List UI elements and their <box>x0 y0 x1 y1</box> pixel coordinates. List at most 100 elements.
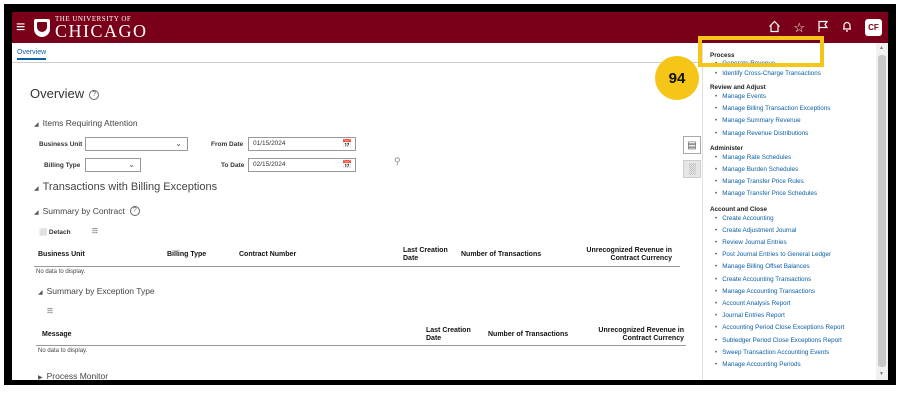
collapse-triangle-icon: ◢ <box>34 122 39 128</box>
help-icon[interactable]: ? <box>89 90 100 100</box>
task-link[interactable]: Create Accounting <box>715 213 876 225</box>
from-date-field[interactable]: 01/15/2024 📅 <box>248 137 356 151</box>
flag-icon[interactable] <box>817 20 829 35</box>
task-link[interactable]: Sweep Transaction Accounting Events <box>715 347 876 359</box>
task-link-identify-cross-charge[interactable]: Identify Cross-Charge Transactions <box>715 69 876 79</box>
task-link[interactable]: Review Journal Entries <box>715 237 876 249</box>
search-icon[interactable]: ⚲ <box>394 156 401 167</box>
to-date-field[interactable]: 02/15/2024 📅 <box>248 158 356 172</box>
task-group-title: Administer <box>710 144 743 152</box>
detach-label: Detach <box>48 229 71 236</box>
to-date-label: To Date <box>221 162 245 169</box>
billing-type-label: Billing Type <box>44 162 81 169</box>
university-logo[interactable]: THE UNIVERSITY OF CHICAGO <box>55 15 148 41</box>
task-group-administer: Administer Manage Rate Schedules Manage … <box>703 145 876 201</box>
user-avatar[interactable]: CF <box>865 19 882 36</box>
items-requiring-attention-title: Items Requiring Attention <box>42 118 138 128</box>
calendar-icon[interactable]: 📅 <box>342 139 352 148</box>
document-list-icon: ▤ <box>687 139 697 151</box>
university-crest-icon <box>34 18 50 37</box>
analytics-panel-tab[interactable]: ░ <box>683 160 701 178</box>
task-link[interactable]: Post Journal Entries to General Ledger <box>715 249 876 261</box>
page-title-text: Overview <box>30 86 85 101</box>
column-header-unrecognized-revenue[interactable]: Unrecognized Revenue in Contract Currenc… <box>562 247 672 263</box>
column-header-business-unit[interactable]: Business Unit <box>38 251 85 259</box>
task-link[interactable]: Manage Transfer Price Rules <box>715 176 876 188</box>
menu-icon[interactable]: ≡ <box>16 19 30 36</box>
bell-icon[interactable] <box>841 20 853 35</box>
no-data-message: No data to display. <box>38 348 88 354</box>
column-header-contract-number[interactable]: Contract Number <box>239 251 296 259</box>
summary-by-contract-title: Summary by Contract <box>42 206 125 216</box>
column-header-message[interactable]: Message <box>42 331 72 339</box>
task-link[interactable]: Account Analysis Report <box>715 298 876 310</box>
column-header-unrecognized-revenue[interactable]: Unrecognized Revenue in Contract Currenc… <box>572 327 684 343</box>
page-title: Overview? <box>30 86 100 101</box>
logo-big-text: CHICAGO <box>55 20 148 41</box>
step-number-badge: 94 <box>655 56 699 100</box>
scroll-up-icon[interactable]: ▲ <box>879 45 884 51</box>
bar-chart-icon: ░ <box>688 163 696 175</box>
task-link[interactable]: Manage Burden Schedules <box>715 164 876 176</box>
summary-by-contract-header[interactable]: ◢ Summary by Contract? <box>34 206 140 216</box>
summary-by-exception-type-title: Summary by Exception Type <box>46 286 155 296</box>
transactions-billing-exceptions-title: Transactions with Billing Exceptions <box>42 181 218 193</box>
collapse-triangle-icon: ◢ <box>38 290 43 296</box>
task-link[interactable]: Manage Accounting Periods <box>715 359 876 371</box>
task-link[interactable]: Manage Billing Offset Balances <box>715 261 876 273</box>
task-group-account-close: Account and Close Create Accounting Crea… <box>703 206 876 372</box>
column-header-billing-type[interactable]: Billing Type <box>167 251 206 259</box>
overview-content: Overview? ◢ Items Requiring Attention Bus… <box>12 64 702 380</box>
process-monitor-title: Process Monitor <box>46 371 109 380</box>
tasks-panel-tab[interactable]: ▤ <box>683 136 701 154</box>
column-header-last-creation-date[interactable]: Last Creation Date <box>403 247 453 263</box>
task-group-review-adjust: Review and Adjust Manage Events Manage B… <box>703 84 876 140</box>
app-screen: ≡ THE UNIVERSITY OF CHICAGO ☆ CF Overvie… <box>12 12 888 380</box>
summary-by-exception-type-header[interactable]: ◢ Summary by Exception Type <box>38 286 155 296</box>
task-group-title: Review and Adjust <box>710 84 766 91</box>
detach-button[interactable]: ⬜ Detach <box>39 228 71 236</box>
task-link[interactable]: Manage Revenue Distributions <box>715 128 876 140</box>
task-link[interactable]: Manage Accounting Transactions <box>715 286 876 298</box>
items-requiring-attention-header[interactable]: ◢ Items Requiring Attention <box>34 118 138 128</box>
to-date-value: 02/15/2024 <box>253 161 286 168</box>
transactions-billing-exceptions-header[interactable]: ◢ Transactions with Billing Exceptions <box>34 181 217 193</box>
task-link[interactable]: Manage Rate Schedules <box>715 152 876 164</box>
collapse-triangle-icon: ◢ <box>34 186 39 192</box>
scrollbar-thumb[interactable] <box>878 55 886 367</box>
task-link[interactable]: Create Adjustment Journal <box>715 225 876 237</box>
task-link[interactable]: Manage Events <box>715 91 876 103</box>
home-icon[interactable] <box>768 20 781 35</box>
expand-triangle-icon: ▶ <box>38 375 43 380</box>
freeze-columns-icon[interactable]: ☶ <box>47 307 53 315</box>
task-link[interactable]: Manage Summary Revenue <box>715 115 876 127</box>
calendar-icon[interactable]: 📅 <box>342 160 352 169</box>
detach-icon: ⬜ <box>39 229 48 236</box>
tab-overview[interactable]: Overview <box>17 49 47 60</box>
no-data-message: No data to display. <box>36 269 86 275</box>
billing-type-select[interactable]: ⌄ <box>85 158 141 172</box>
task-link[interactable]: Accounting Period Close Exceptions Repor… <box>715 322 876 334</box>
business-unit-label: Business Unit <box>39 141 83 148</box>
scroll-down-icon[interactable]: ▼ <box>879 371 884 377</box>
column-header-last-creation-date[interactable]: Last Creation Date <box>426 327 476 343</box>
task-link[interactable]: Manage Transfer Price Schedules <box>715 188 876 200</box>
from-date-label: From Date <box>211 141 244 148</box>
help-icon[interactable]: ? <box>129 206 140 216</box>
collapse-triangle-icon: ◢ <box>34 210 39 216</box>
panel-scrollbar[interactable]: ▲ ▼ <box>876 43 888 380</box>
tasks-panel: Process Generate Revenue Identify Cross-… <box>702 43 876 380</box>
task-group-title: Account and Close <box>710 205 768 213</box>
task-link[interactable]: Subledger Period Close Exceptions Report <box>715 335 876 347</box>
task-link[interactable]: Manage Billing Transaction Exceptions <box>715 103 876 115</box>
task-link[interactable]: Create Accounting Transactions <box>715 274 876 286</box>
chevron-down-icon: ⌄ <box>128 160 135 169</box>
process-monitor-header[interactable]: ▶ Process Monitor <box>38 371 108 380</box>
business-unit-select[interactable]: ⌄ <box>85 137 188 151</box>
task-link[interactable]: Journal Entries Report <box>715 310 876 322</box>
star-icon[interactable]: ☆ <box>793 21 805 34</box>
column-header-number-of-transactions[interactable]: Number of Transactions <box>488 331 568 339</box>
column-header-number-of-transactions[interactable]: Number of Transactions <box>461 251 541 259</box>
step-highlight-box <box>698 36 824 67</box>
freeze-columns-icon[interactable]: ☶ <box>92 227 98 235</box>
